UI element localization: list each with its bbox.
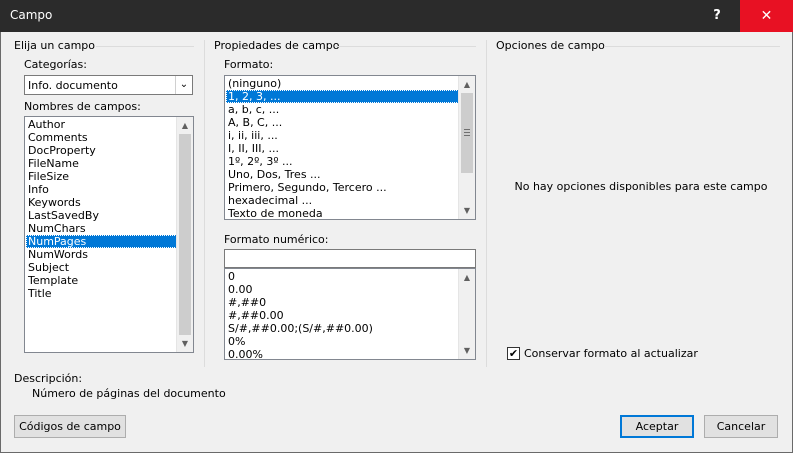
format-item[interactable]: a, b, c, ...	[226, 103, 459, 116]
field-names-list[interactable]: Author Comments DocProperty FileName FileSiz…	[24, 116, 194, 353]
field-name-item[interactable]: LastSavedBy	[26, 209, 177, 222]
chevron-down-icon[interactable]: ⌄	[175, 76, 192, 94]
scroll-thumb[interactable]	[461, 93, 473, 173]
field-codes-button[interactable]: Códigos de campo	[14, 415, 126, 438]
numeric-format-input[interactable]	[224, 249, 476, 268]
checkmark-icon: ✔	[508, 347, 519, 360]
scroll-down-icon[interactable]: ▼	[459, 202, 475, 219]
field-name-item[interactable]: FileName	[26, 157, 177, 170]
format-label: Formato:	[224, 58, 274, 71]
field-name-item[interactable]: NumChars	[26, 222, 177, 235]
field-name-item[interactable]: Template	[26, 274, 177, 287]
field-properties-heading: Propiedades de campo	[214, 39, 340, 52]
format-item[interactable]: Uno, Dos, Tres ...	[226, 168, 459, 181]
format-item[interactable]: hexadecimal ...	[226, 194, 459, 207]
field-name-item[interactable]: Author	[26, 118, 177, 131]
close-button[interactable]: ✕	[740, 0, 793, 32]
help-button[interactable]: ?	[694, 0, 740, 32]
description-text: Número de páginas del documento	[32, 387, 226, 400]
separator	[336, 46, 476, 47]
scroll-up-icon[interactable]: ▲	[177, 117, 193, 134]
field-options-heading: Opciones de campo	[496, 39, 605, 52]
field-name-item[interactable]: Keywords	[26, 196, 177, 209]
numeric-format-item[interactable]: 0.00%	[226, 348, 459, 359]
categories-dropdown[interactable]: Info. documento ⌄	[24, 75, 193, 95]
numeric-format-item[interactable]: 0.00	[226, 283, 459, 296]
format-item[interactable]: 1, 2, 3, ...	[226, 90, 459, 103]
field-names-scrollbar[interactable]: ▲ ▼	[176, 117, 193, 352]
numeric-format-item[interactable]: #,##0	[226, 296, 459, 309]
window-title: Campo	[10, 8, 53, 22]
format-scrollbar[interactable]: ▲ ▼	[458, 76, 475, 219]
no-options-text: No hay opciones disponibles para este ca…	[514, 180, 768, 193]
vertical-separator	[204, 40, 205, 367]
categories-label: Categorías:	[24, 58, 87, 71]
field-name-item[interactable]: Subject	[26, 261, 177, 274]
scroll-up-icon[interactable]: ▲	[459, 76, 475, 93]
field-name-item[interactable]: Comments	[26, 131, 177, 144]
separator	[604, 46, 780, 47]
format-item[interactable]: I, II, III, ...	[226, 142, 459, 155]
cancel-button[interactable]: Cancelar	[704, 415, 778, 438]
field-name-item[interactable]: DocProperty	[26, 144, 177, 157]
choose-field-heading: Elija un campo	[14, 39, 96, 52]
numeric-format-item[interactable]: 0	[226, 270, 459, 283]
numeric-format-scrollbar[interactable]: ▲ ▼	[458, 269, 475, 359]
format-item[interactable]: A, B, C, ...	[226, 116, 459, 129]
scroll-up-icon[interactable]: ▲	[459, 269, 475, 286]
field-name-item[interactable]: NumWords	[26, 248, 177, 261]
preserve-format-label[interactable]: Conservar formato al actualizar	[524, 347, 698, 360]
title-bar	[0, 0, 793, 32]
preserve-format-checkbox[interactable]: ✔	[507, 347, 520, 360]
format-item[interactable]: (ninguno)	[226, 77, 459, 90]
field-names-label: Nombres de campos:	[24, 100, 141, 113]
scroll-thumb[interactable]	[179, 134, 191, 335]
description-label: Descripción:	[14, 372, 83, 385]
separator	[96, 46, 194, 47]
format-item[interactable]: Primero, Segundo, Tercero ...	[226, 181, 459, 194]
scroll-down-icon[interactable]: ▼	[459, 342, 475, 359]
accept-button[interactable]: Aceptar	[620, 415, 694, 438]
numeric-format-label: Formato numérico:	[224, 233, 329, 246]
categories-value: Info. documento	[28, 79, 118, 92]
field-name-item[interactable]: FileSize	[26, 170, 177, 183]
vertical-separator	[486, 40, 487, 367]
numeric-format-item[interactable]: #,##0.00	[226, 309, 459, 322]
field-name-item[interactable]: NumPages	[26, 235, 177, 248]
numeric-format-item[interactable]: S/#,##0.00;(S/#,##0.00)	[226, 322, 459, 335]
field-name-item[interactable]: Info	[26, 183, 177, 196]
format-list[interactable]: (ninguno) 1, 2, 3, ... a, b, c, ... A, B, C…	[224, 75, 476, 220]
field-name-item[interactable]: Title	[26, 287, 177, 300]
numeric-format-item[interactable]: 0%	[226, 335, 459, 348]
numeric-format-list[interactable]: 0 0.00 #,##0 #,##0.00 S/#,##0.00;(S/#,##0.00…	[224, 268, 476, 360]
format-item[interactable]: Texto de moneda	[226, 207, 459, 219]
format-item[interactable]: 1º, 2º, 3º ...	[226, 155, 459, 168]
scroll-down-icon[interactable]: ▼	[177, 335, 193, 352]
format-item[interactable]: i, ii, iii, ...	[226, 129, 459, 142]
